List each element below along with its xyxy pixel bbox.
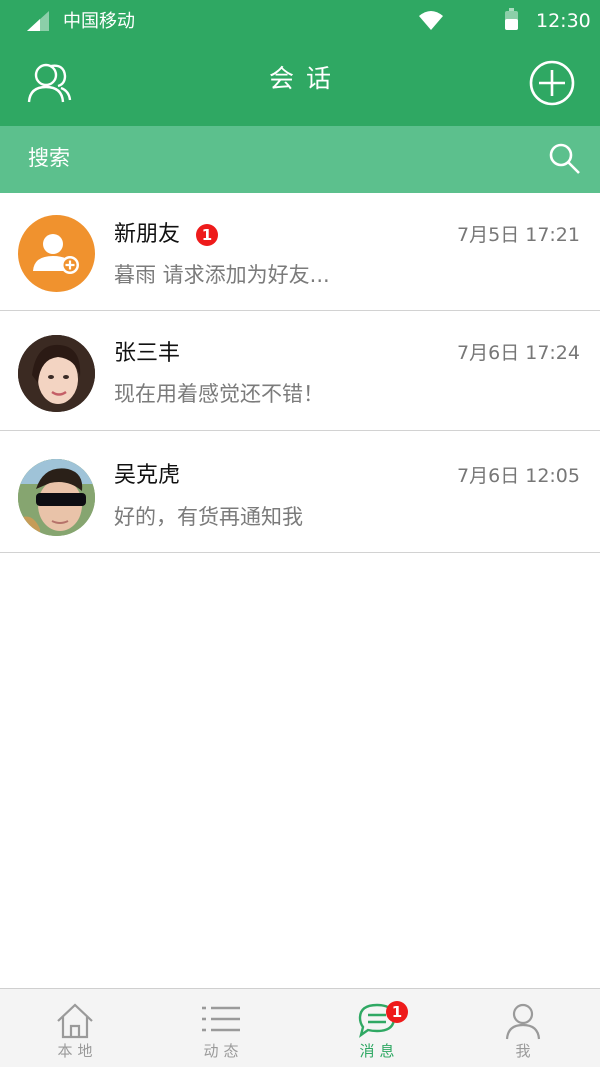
signal-icon xyxy=(27,11,49,31)
search-label: 搜索 xyxy=(28,146,70,170)
conversation-name: 张三丰 xyxy=(114,341,181,366)
tab-local[interactable]: 本地 xyxy=(0,989,150,1067)
person-icon xyxy=(505,1003,541,1040)
tab-label: 本地 xyxy=(57,1042,98,1060)
conversation-time: 7月6日 17:24 xyxy=(457,342,580,364)
search-icon[interactable] xyxy=(548,142,582,176)
conversation-item-zhang-sanfeng[interactable]: 张三丰 7月6日 17:24 现在用着感觉还不错！ xyxy=(0,311,600,431)
list-icon xyxy=(202,1006,240,1032)
status-bar: 中国移动 12:30 xyxy=(0,0,600,42)
tab-me[interactable]: 我 xyxy=(448,989,598,1067)
tab-feed[interactable]: 动态 xyxy=(146,989,296,1067)
app-header: 会话 xyxy=(0,42,600,126)
avatar xyxy=(18,335,95,412)
conversation-list: 新朋友 1 7月5日 17:21 暮雨 请求添加为好友... 张三丰 7月6日 … xyxy=(0,193,600,553)
add-icon[interactable] xyxy=(528,59,576,107)
tab-label: 我 xyxy=(515,1042,536,1060)
search-bar[interactable]: 搜索 xyxy=(0,126,600,193)
conversation-name: 吴克虎 xyxy=(114,463,181,488)
home-icon xyxy=(57,1003,93,1039)
bottom-tab-bar: 本地 动态 1 消息 我 xyxy=(0,988,600,1067)
tab-label: 动态 xyxy=(203,1042,244,1060)
conversation-preview: 暮雨 请求添加为好友... xyxy=(114,263,330,287)
conversation-item-new-friends[interactable]: 新朋友 1 7月5日 17:21 暮雨 请求添加为好友... xyxy=(0,193,600,311)
user-photo xyxy=(18,459,95,536)
add-friend-icon xyxy=(33,234,79,274)
conversation-name: 新朋友 xyxy=(114,222,181,247)
status-time: 12:30 xyxy=(536,10,591,32)
tab-label: 消息 xyxy=(359,1042,400,1060)
battery-icon xyxy=(505,8,518,30)
user-photo xyxy=(18,335,95,412)
carrier-name: 中国移动 xyxy=(63,11,135,32)
conversation-time: 7月6日 12:05 xyxy=(457,465,580,487)
conversation-preview: 现在用着感觉还不错！ xyxy=(114,382,324,406)
tab-unread-badge: 1 xyxy=(386,1001,408,1023)
conversation-item-wu-kehu[interactable]: 吴克虎 7月6日 12:05 好的，有货再通知我 xyxy=(0,431,600,553)
tab-messages[interactable]: 1 消息 xyxy=(302,989,452,1067)
conversation-time: 7月5日 17:21 xyxy=(457,224,580,246)
conversation-preview: 好的，有货再通知我 xyxy=(114,505,303,529)
unread-badge: 1 xyxy=(196,224,218,246)
wifi-icon xyxy=(419,11,443,30)
new-friend-avatar xyxy=(18,215,95,292)
avatar xyxy=(18,459,95,536)
page-title: 会话 xyxy=(268,64,343,93)
